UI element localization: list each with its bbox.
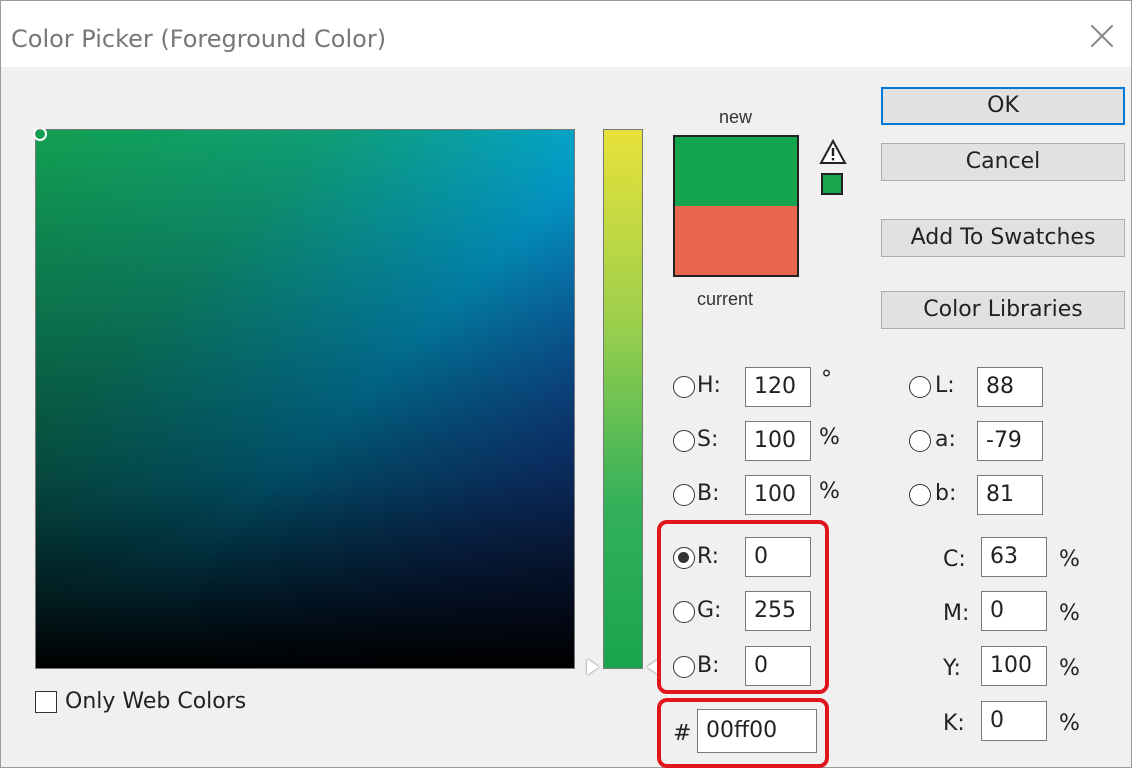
k-label: K: — [943, 711, 965, 736]
color-preview — [673, 135, 799, 277]
y-unit: % — [1059, 656, 1080, 681]
k-input[interactable]: 0 — [981, 701, 1047, 741]
out-of-gamut-warning-icon[interactable] — [819, 139, 847, 165]
ok-button[interactable]: OK — [881, 87, 1125, 125]
s-unit: % — [819, 425, 840, 450]
c-input[interactable]: 63 — [981, 537, 1047, 577]
b-lab-radio[interactable] — [909, 484, 931, 506]
b-rgb-input[interactable]: 0 — [745, 646, 811, 686]
a-input[interactable]: -79 — [977, 421, 1043, 461]
h-input[interactable]: 120 — [745, 367, 811, 407]
a-radio[interactable] — [909, 430, 931, 452]
color-slider[interactable] — [603, 129, 643, 669]
r-input[interactable]: 0 — [745, 537, 811, 577]
y-label: Y: — [943, 656, 961, 681]
c-label: C: — [943, 547, 966, 572]
g-label: G: — [697, 598, 722, 623]
close-icon[interactable] — [1087, 21, 1117, 51]
slider-left-arrow-icon[interactable] — [587, 659, 599, 675]
l-input[interactable]: 88 — [977, 367, 1043, 407]
s-radio[interactable] — [673, 430, 695, 452]
color-field-marker[interactable] — [33, 127, 47, 141]
new-color-swatch — [675, 137, 797, 206]
title-bar: Color Picker (Foreground Color) — [1, 1, 1131, 67]
window-title: Color Picker (Foreground Color) — [11, 25, 387, 53]
b-input[interactable]: 100 — [745, 475, 811, 515]
h-label: H: — [697, 373, 721, 398]
h-radio[interactable] — [673, 376, 695, 398]
l-label: L: — [935, 373, 955, 398]
cancel-button[interactable]: Cancel — [881, 143, 1125, 181]
color-libraries-button[interactable]: Color Libraries — [881, 291, 1125, 329]
add-to-swatches-button[interactable]: Add To Swatches — [881, 219, 1125, 257]
only-web-colors-checkbox[interactable] — [35, 691, 57, 713]
b-rgb-radio[interactable] — [673, 656, 695, 678]
a-label: a: — [935, 427, 956, 452]
hex-label: # — [673, 721, 692, 746]
g-input[interactable]: 255 — [745, 591, 811, 631]
b-unit: % — [819, 479, 840, 504]
b-lab-input[interactable]: 81 — [977, 475, 1043, 515]
h-unit: ° — [821, 367, 832, 392]
b-rgb-label: B: — [697, 653, 720, 678]
current-color-label: current — [697, 289, 754, 309]
r-radio[interactable] — [673, 547, 695, 569]
r-label: R: — [697, 544, 720, 569]
s-label: S: — [697, 427, 719, 452]
y-input[interactable]: 100 — [981, 646, 1047, 686]
current-color-swatch[interactable] — [675, 206, 797, 275]
new-color-label: new — [719, 107, 753, 127]
l-radio[interactable] — [909, 376, 931, 398]
g-radio[interactable] — [673, 601, 695, 623]
m-input[interactable]: 0 — [981, 591, 1047, 631]
c-unit: % — [1059, 547, 1080, 572]
m-label: M: — [943, 601, 970, 626]
color-picker-dialog: Color Picker (Foreground Color) new curr… — [0, 0, 1132, 768]
s-input[interactable]: 100 — [745, 421, 811, 461]
b-lab-label: b: — [935, 481, 957, 506]
websafe-color-swatch[interactable] — [821, 173, 843, 195]
hex-input[interactable]: 00ff00 — [697, 709, 817, 753]
k-unit: % — [1059, 711, 1080, 736]
color-field[interactable] — [33, 127, 575, 669]
only-web-colors-label: Only Web Colors — [65, 689, 247, 714]
b-radio[interactable] — [673, 484, 695, 506]
m-unit: % — [1059, 601, 1080, 626]
b-label: B: — [697, 481, 720, 506]
